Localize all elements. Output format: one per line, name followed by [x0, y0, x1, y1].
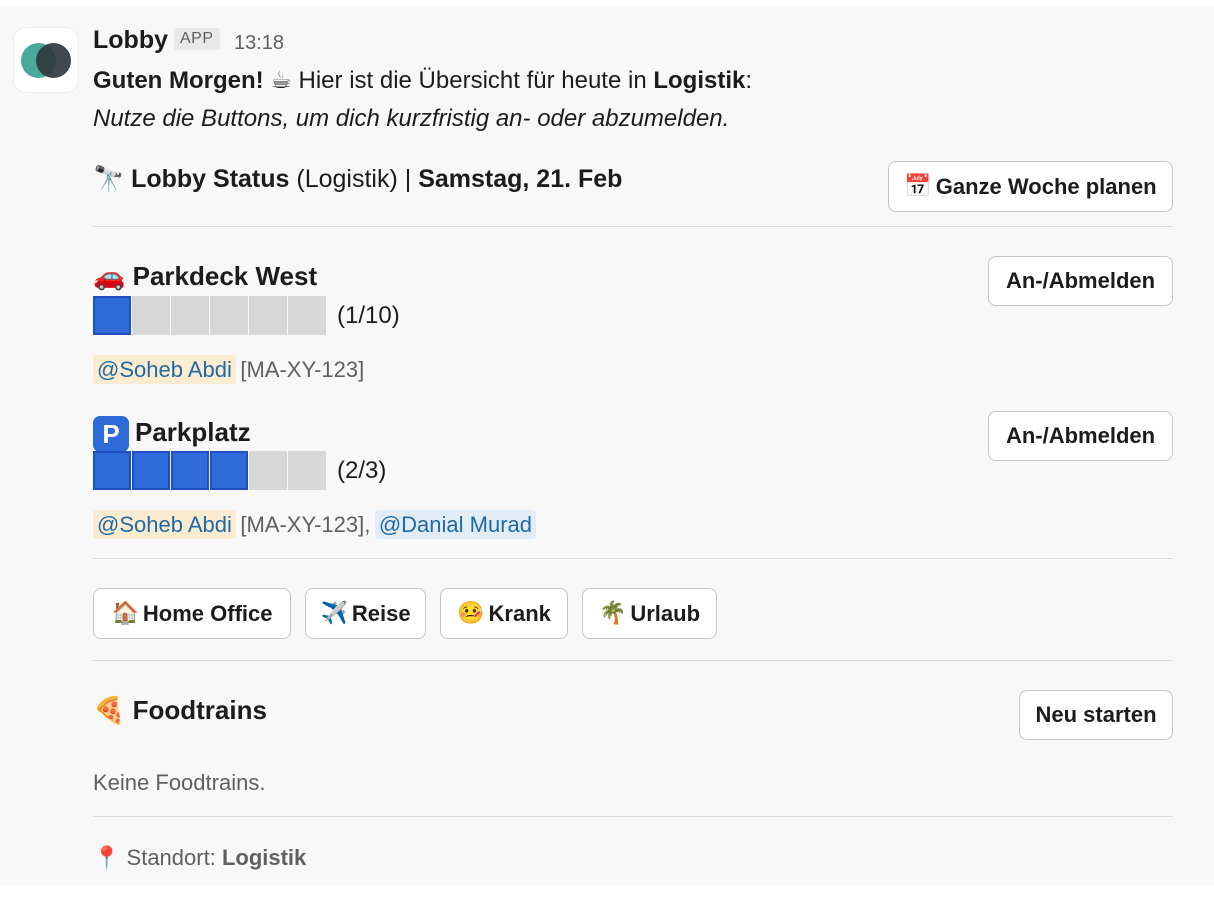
foodtrains-title: 🍕 Foodtrains: [93, 695, 267, 726]
occupancy-count: (2/3): [337, 457, 387, 484]
occupancy-segment-filled: [132, 451, 170, 490]
occupancy-bar-parkplatz: [93, 451, 327, 490]
footer-location: 📍 Standort: Logistik: [93, 845, 306, 871]
pin-icon: 📍: [93, 846, 121, 871]
license-plate: [MA-XY-123],: [240, 512, 371, 537]
footer-label: Standort:: [126, 845, 216, 870]
occupancy-segment-filled: [171, 451, 209, 490]
foodtrains-empty-text: Keine Foodtrains.: [93, 770, 266, 795]
telescope-icon: 🔭: [93, 164, 125, 193]
travel-label: Reise: [351, 600, 411, 626]
license-plate: [MA-XY-123]: [240, 357, 365, 382]
new-foodtrain-label: Neu starten: [1035, 702, 1157, 727]
sender-name[interactable]: Lobby: [93, 26, 168, 55]
toggle-parkdeck-west-button[interactable]: An-/Abmelden: [988, 256, 1173, 306]
foodtrains-label: Foodtrains: [132, 695, 267, 725]
message-container: Lobby APP 13:18 Guten Morgen! ☕ Hier ist…: [0, 7, 1214, 885]
new-foodtrain-button[interactable]: Neu starten: [1019, 690, 1173, 740]
status-header: 🔭 Lobby Status (Logistik) | Samstag, 21.…: [93, 164, 622, 194]
occupancy-segment-empty: [249, 296, 287, 335]
parking-title-parkdeck-west: 🚗 Parkdeck West: [93, 261, 317, 292]
vacation-label: Urlaub: [630, 600, 701, 626]
car-icon: 🚗: [93, 262, 126, 292]
occupancy-segment-empty: [288, 451, 326, 490]
avatar-logo-circle-right: [36, 43, 71, 78]
plan-week-label: Ganze Woche planen: [935, 173, 1157, 199]
coffee-icon: ☕: [270, 66, 292, 94]
instruction-text: Nutze die Buttons, um dich kurzfristig a…: [93, 105, 730, 132]
divider: [93, 226, 1173, 227]
sick-label: Krank: [488, 600, 551, 626]
timestamp[interactable]: 13:18: [234, 32, 284, 55]
status-label: Lobby Status: [131, 165, 290, 193]
airplane-icon: ✈️: [320, 601, 348, 626]
parking-name: Parkdeck West: [132, 261, 318, 291]
sick-button[interactable]: 🤒 Krank: [440, 588, 568, 639]
greeting-location: Logistik: [653, 67, 746, 94]
divider: [93, 660, 1173, 661]
parking-title-parkplatz: P Parkplatz: [93, 416, 251, 452]
occupancy-segment-filled: [93, 296, 131, 335]
palm-tree-icon: 🌴: [598, 601, 627, 626]
user-mention[interactable]: @Danial Murad: [374, 510, 537, 539]
divider: [93, 816, 1173, 817]
status-date: Samstag, 21. Feb: [418, 165, 623, 193]
parking-p-icon: P: [93, 416, 129, 452]
occupancy-segment-filled: [93, 451, 131, 490]
user-mention[interactable]: @Soheb Abdi: [93, 510, 236, 539]
parking-name: Parkplatz: [135, 416, 251, 447]
toggle-label: An-/Abmelden: [1005, 268, 1156, 293]
greeting-bold: Guten Morgen!: [93, 67, 264, 94]
toggle-label: An-/Abmelden: [1005, 423, 1156, 448]
occupancy-segment-empty: [132, 296, 170, 335]
occupant-list: @Soheb Abdi [MA-XY-123]: [93, 355, 365, 384]
occupancy-segment-filled: [210, 451, 248, 490]
occupancy-bar-parkdeck-west: [93, 296, 327, 335]
occupancy-segment-empty: [210, 296, 248, 335]
footer-location-name: Logistik: [221, 845, 307, 870]
user-mention[interactable]: @Soheb Abdi: [93, 355, 236, 384]
sick-face-icon: 🤒: [457, 601, 485, 626]
occupancy-segment-empty: [249, 451, 287, 490]
greeting-colon: :: [745, 67, 753, 94]
home-office-button[interactable]: 🏠 Home Office: [93, 588, 291, 639]
greeting-line: Guten Morgen! ☕ Hier ist die Übersicht f…: [93, 66, 752, 95]
app-avatar[interactable]: [14, 28, 78, 92]
occupant-list: @Soheb Abdi [MA-XY-123], @Danial Murad: [93, 510, 537, 539]
occupancy-segment-empty: [171, 296, 209, 335]
home-office-label: Home Office: [142, 600, 273, 626]
toggle-parkplatz-button[interactable]: An-/Abmelden: [988, 411, 1173, 461]
occupancy-count: (1/10): [337, 302, 400, 329]
house-icon: 🏠: [111, 601, 139, 626]
status-scope: (Logistik) |: [296, 165, 412, 193]
plan-week-button[interactable]: 📅 Ganze Woche planen: [888, 161, 1173, 212]
greeting-text: Hier ist die Übersicht für heute in: [298, 67, 647, 94]
travel-button[interactable]: ✈️ Reise: [305, 588, 426, 639]
app-badge: APP: [174, 28, 220, 50]
occupancy-segment-empty: [288, 296, 326, 335]
divider: [93, 558, 1173, 559]
vacation-button[interactable]: 🌴 Urlaub: [582, 588, 717, 639]
pizza-icon: 🍕: [93, 696, 126, 726]
calendar-icon: 📅: [904, 174, 932, 199]
